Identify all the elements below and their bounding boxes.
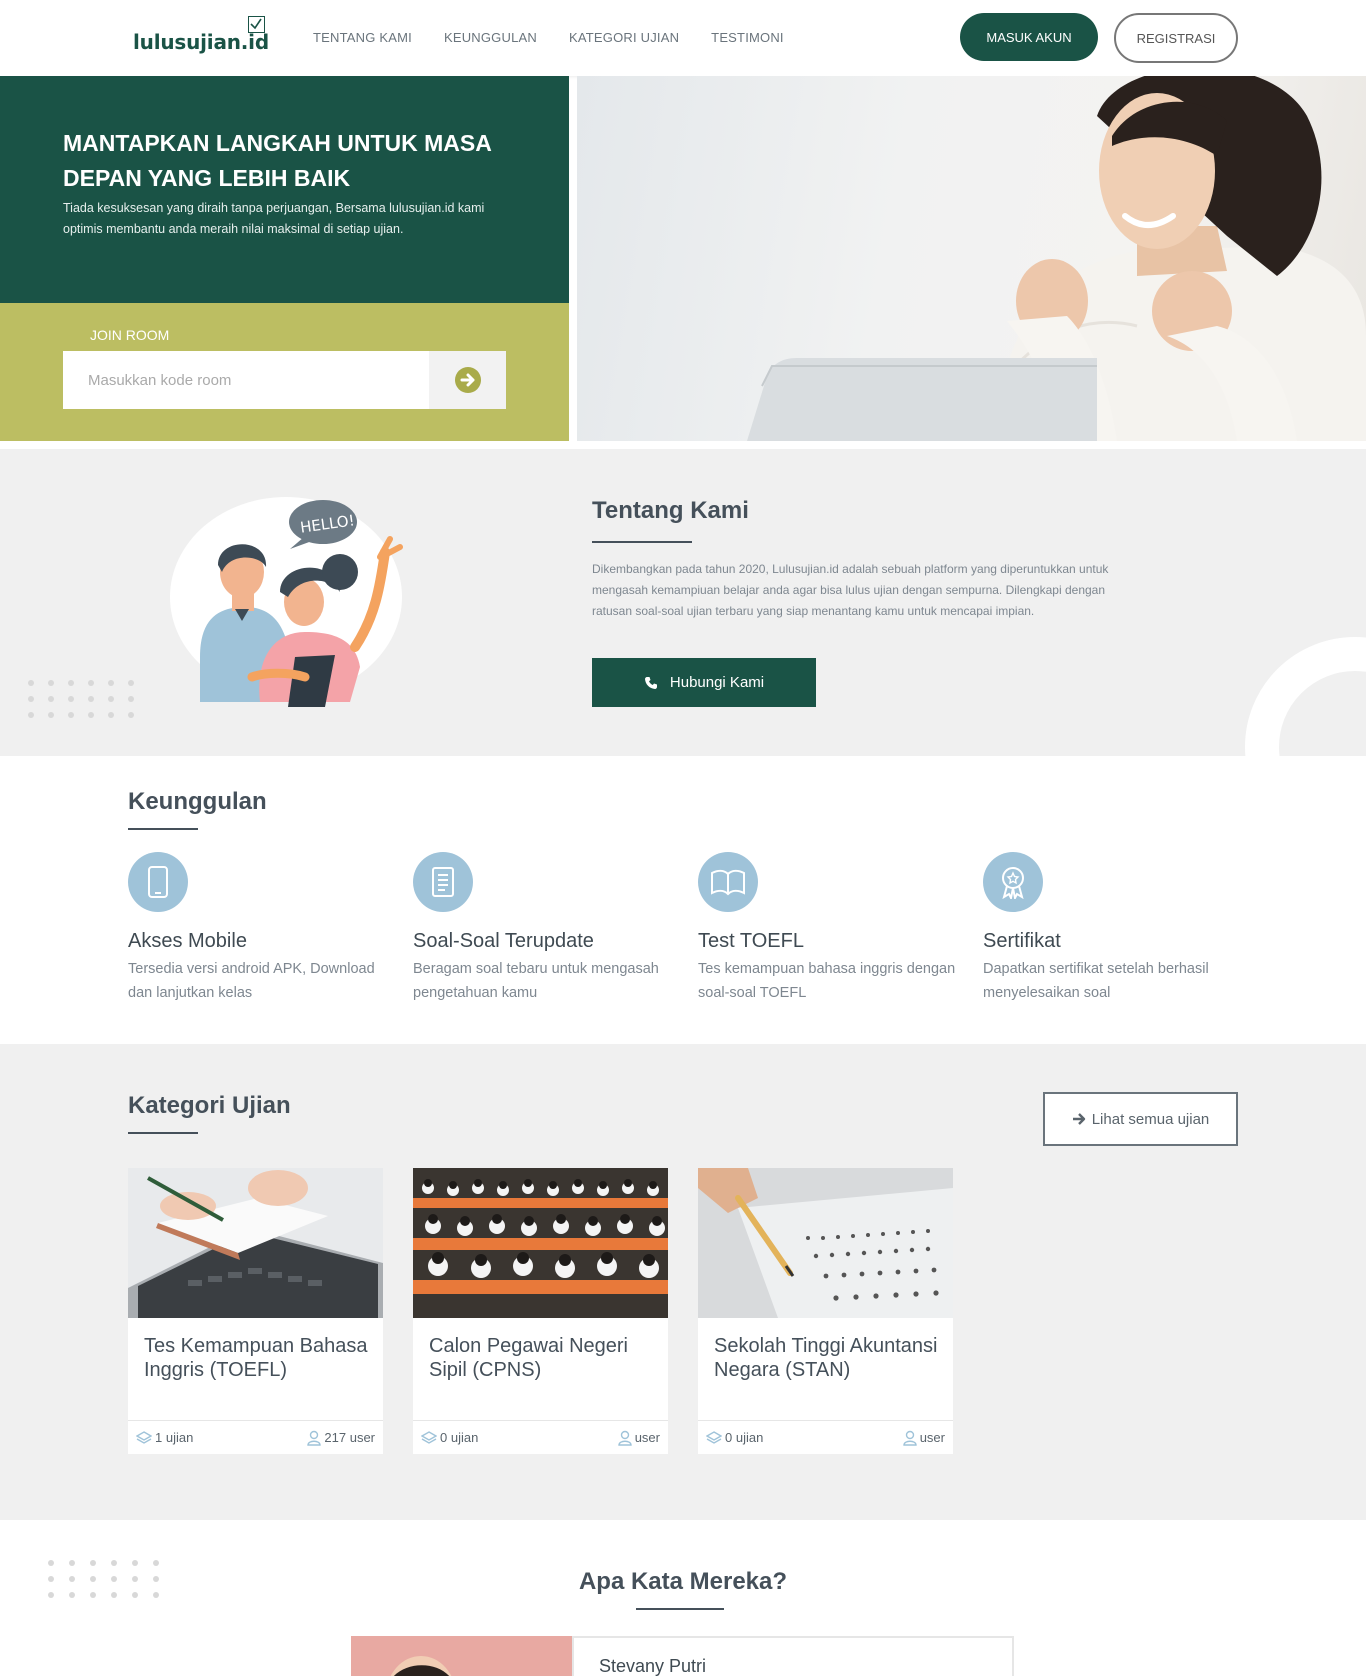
feature-text: Beragam soal tebaru untuk mengasah penge… — [413, 961, 659, 1001]
document-icon — [413, 852, 473, 912]
category-card[interactable]: Tes Kemampuan Bahasa Inggris (TOEFL) 1 u… — [128, 1168, 383, 1454]
layers-icon — [706, 1430, 722, 1444]
category-title: Sekolah Tinggi Akuntansi Negara (STAN) — [714, 1335, 938, 1381]
user-icon — [618, 1430, 632, 1446]
layers-icon — [136, 1430, 152, 1444]
student-photo-illustration — [747, 76, 1366, 441]
phone-icon — [644, 676, 657, 689]
feature-text: Tes kemampuan bahasa inggris dengan soal… — [698, 961, 956, 1001]
about-title-underline — [592, 541, 692, 543]
features-section: Keunggulan Akses Mobile Tersedia versi a… — [0, 756, 1366, 1044]
people-waving-illustration — [200, 500, 403, 707]
contact-us-button[interactable]: Hubungi Kami — [592, 658, 816, 707]
feature-item: Test TOEFL Tes kemampuan bahasa inggris … — [698, 852, 958, 1005]
feature-title: Test TOEFL — [698, 930, 804, 952]
exam-count: 0 ujian — [440, 1430, 479, 1445]
book-icon — [698, 852, 758, 912]
feature-item: Soal-Soal Terupdate Beragam soal tebaru … — [413, 852, 673, 1005]
cpns-photo — [413, 1168, 668, 1318]
testimonials-title: Apa Kata Mereka? — [578, 1568, 788, 1595]
logo[interactable]: lulusujian.id — [133, 30, 269, 54]
join-room-submit-button[interactable] — [429, 351, 506, 409]
user-icon — [903, 1430, 917, 1446]
logo-check-icon — [248, 16, 265, 33]
categories-title: Kategori Ujian — [128, 1092, 291, 1119]
features-title: Keunggulan — [128, 788, 267, 815]
feature-item: Akses Mobile Tersedia versi android APK,… — [128, 852, 388, 1005]
user-count: 217 user — [324, 1430, 375, 1445]
nav-tentang-kami[interactable]: TENTANG KAMI — [313, 30, 412, 45]
join-room-panel: JOIN ROOM — [0, 303, 569, 441]
category-title: Tes Kemampuan Bahasa Inggris (TOEFL) — [144, 1335, 368, 1381]
join-room-label: JOIN ROOM — [90, 327, 170, 343]
user-count: user — [634, 1430, 660, 1445]
user-icon — [307, 1430, 322, 1446]
feature-text: Dapatkan sertifikat setelah berhasil men… — [983, 961, 1209, 1001]
hero-photo — [577, 76, 1366, 441]
decorative-ring — [1245, 637, 1366, 756]
decorative-dots — [28, 680, 136, 718]
contact-us-label: Hubungi Kami — [669, 674, 765, 691]
navbar: lulusujian.id TENTANG KAMI KEUNGGULAN KA… — [0, 0, 1366, 76]
about-title: Tentang Kami — [592, 497, 749, 524]
register-button[interactable]: REGISTRASI — [1114, 13, 1238, 63]
nav-keunggulan[interactable]: KEUNGGULAN — [444, 30, 537, 45]
nav-kategori-ujian[interactable]: KATEGORI UJIAN — [569, 30, 679, 45]
testimonials-title-underline — [636, 1608, 724, 1610]
exam-count: 0 ujian — [725, 1430, 764, 1445]
category-title: Calon Pegawai Negeri Sipil (CPNS) — [429, 1335, 629, 1381]
category-stats: 0 ujian user — [698, 1420, 953, 1454]
room-code-input[interactable] — [63, 351, 429, 409]
exam-count: 1 ujian — [155, 1430, 194, 1445]
feature-text: Tersedia versi android APK, Download dan… — [128, 961, 375, 1001]
mobile-icon — [128, 852, 188, 912]
about-section: HELLO! Tentang Kami Dikembangkan pada ta… — [0, 449, 1366, 756]
testimonial-card: Stevany Putri — [572, 1636, 1014, 1676]
testimonial-avatar — [351, 1636, 573, 1676]
hero-text: Tiada kesuksesan yang diraih tanpa perju… — [63, 201, 485, 236]
nav-testimoni[interactable]: TESTIMONI — [711, 30, 784, 45]
categories-section: Kategori Ujian Lihat semua ujian Tes Kem… — [0, 1044, 1366, 1520]
view-all-exams-label: Lihat semua ujian — [1091, 1110, 1210, 1128]
categories-title-underline — [128, 1132, 198, 1134]
award-icon — [983, 852, 1043, 912]
feature-title: Soal-Soal Terupdate — [413, 930, 594, 952]
stan-photo — [698, 1168, 953, 1318]
category-stats: 0 ujian user — [413, 1420, 668, 1454]
category-stats: 1 ujian 217 user — [128, 1420, 383, 1454]
feature-item: Sertifikat Dapatkan sertifikat setelah b… — [983, 852, 1243, 1005]
about-text: Dikembangkan pada tahun 2020, Lulusujian… — [592, 562, 1109, 618]
user-count: user — [919, 1430, 945, 1445]
layers-icon — [421, 1430, 437, 1444]
features-title-underline — [128, 828, 198, 830]
feature-title: Sertifikat — [983, 930, 1061, 952]
login-button[interactable]: MASUK AKUN — [960, 13, 1098, 61]
view-all-exams-button[interactable]: Lihat semua ujian — [1043, 1092, 1238, 1146]
arrow-right-icon — [1072, 1113, 1085, 1125]
category-card[interactable]: Calon Pegawai Negeri Sipil (CPNS) 0 ujia… — [413, 1168, 668, 1454]
arrow-right-circle-icon — [454, 367, 481, 393]
toefl-photo — [128, 1168, 383, 1318]
testimonial-name: Stevany Putri — [599, 1656, 707, 1676]
category-card[interactable]: Sekolah Tinggi Akuntansi Negara (STAN) 0… — [698, 1168, 953, 1454]
hero-banner: MANTAPKAN LANGKAH UNTUK MASA DEPAN YANG … — [0, 76, 569, 303]
testimonials-section: Apa Kata Mereka? Stevany Putri — [0, 1520, 1366, 1676]
feature-title: Akses Mobile — [128, 930, 247, 952]
hero-title: MANTAPKAN LANGKAH UNTUK MASA DEPAN YANG … — [63, 130, 492, 191]
nav-links: TENTANG KAMI KEUNGGULAN KATEGORI UJIAN T… — [313, 30, 784, 45]
